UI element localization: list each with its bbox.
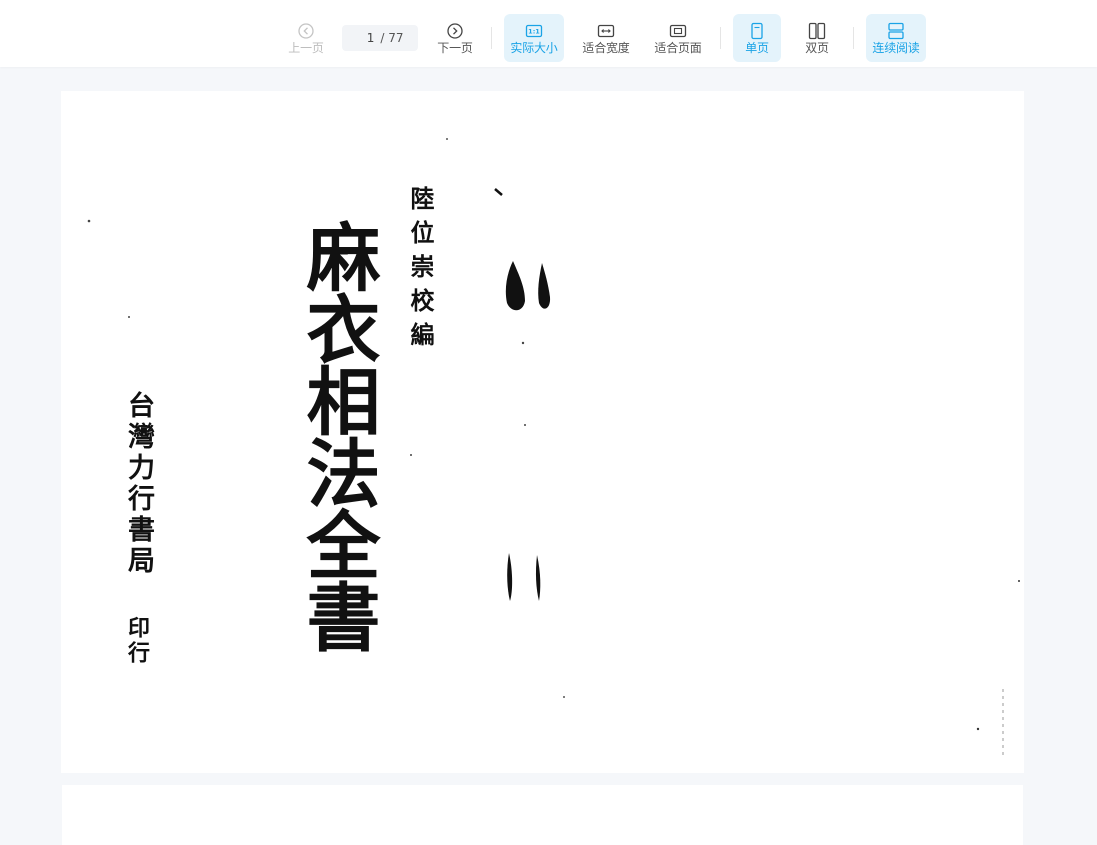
continuous-read-label: 连续阅读 <box>872 41 920 55</box>
prev-page-label: 上一页 <box>288 41 324 55</box>
viewer-toolbar: 上一页 / 77 下一页 1:1 实际大小 适合宽度 <box>0 0 1097 67</box>
continuous-read-button[interactable]: 连续阅读 <box>866 14 926 62</box>
chevron-right-circle-icon <box>447 23 463 39</box>
toolbar-divider <box>853 27 854 49</box>
document-page: 台灣力行書局 印行 麻衣相法全書 陸位崇校編 <box>61 91 1024 773</box>
scan-marks <box>87 138 1020 755</box>
page-total: / 77 <box>380 31 404 45</box>
page-indicator: / 77 <box>342 25 418 51</box>
double-page-button[interactable]: 双页 <box>793 14 841 62</box>
double-page-label: 双页 <box>805 41 829 55</box>
toolbar-divider <box>720 27 721 49</box>
next-document-page <box>62 785 1023 845</box>
next-page-button[interactable]: 下一页 <box>433 14 477 62</box>
double-page-icon <box>808 22 826 40</box>
chevron-left-circle-icon <box>298 23 314 39</box>
prev-page-button[interactable]: 上一页 <box>284 14 328 62</box>
continuous-read-icon <box>888 22 904 40</box>
fit-width-icon <box>597 24 615 38</box>
page-number-input[interactable] <box>356 31 375 45</box>
actual-size-label: 实际大小 <box>510 41 558 55</box>
fit-page-button[interactable]: 适合页面 <box>648 14 708 62</box>
single-page-button[interactable]: 单页 <box>733 14 781 62</box>
fit-page-icon <box>669 24 687 38</box>
fit-width-button[interactable]: 适合宽度 <box>576 14 636 62</box>
svg-text:1:1: 1:1 <box>528 28 540 36</box>
fit-width-label: 适合宽度 <box>582 41 630 55</box>
fit-page-label: 适合页面 <box>654 41 702 55</box>
single-page-label: 单页 <box>745 41 769 55</box>
actual-size-icon: 1:1 <box>525 24 543 38</box>
actual-size-button[interactable]: 1:1 实际大小 <box>504 14 564 62</box>
single-page-icon <box>751 22 763 40</box>
next-page-label: 下一页 <box>437 41 473 55</box>
toolbar-divider <box>491 27 492 49</box>
